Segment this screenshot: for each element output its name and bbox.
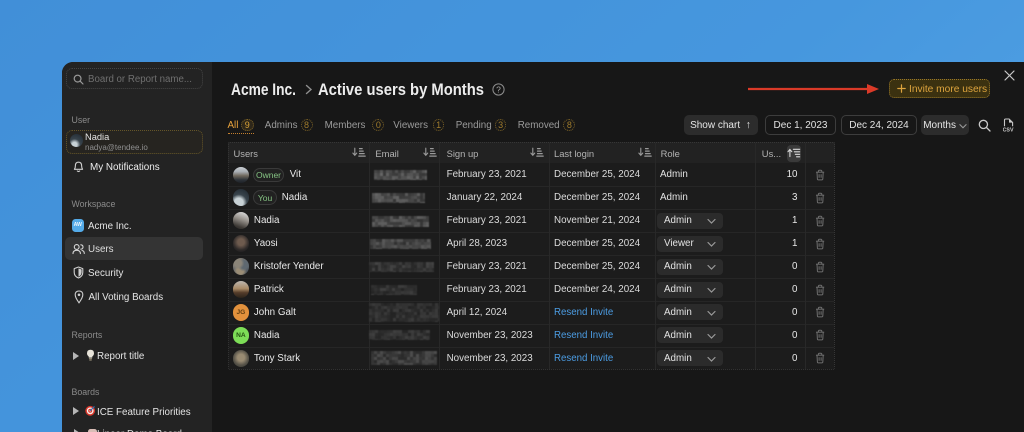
svg-text:?: ? [496, 84, 501, 94]
svg-text:CSV: CSV [1003, 127, 1014, 132]
